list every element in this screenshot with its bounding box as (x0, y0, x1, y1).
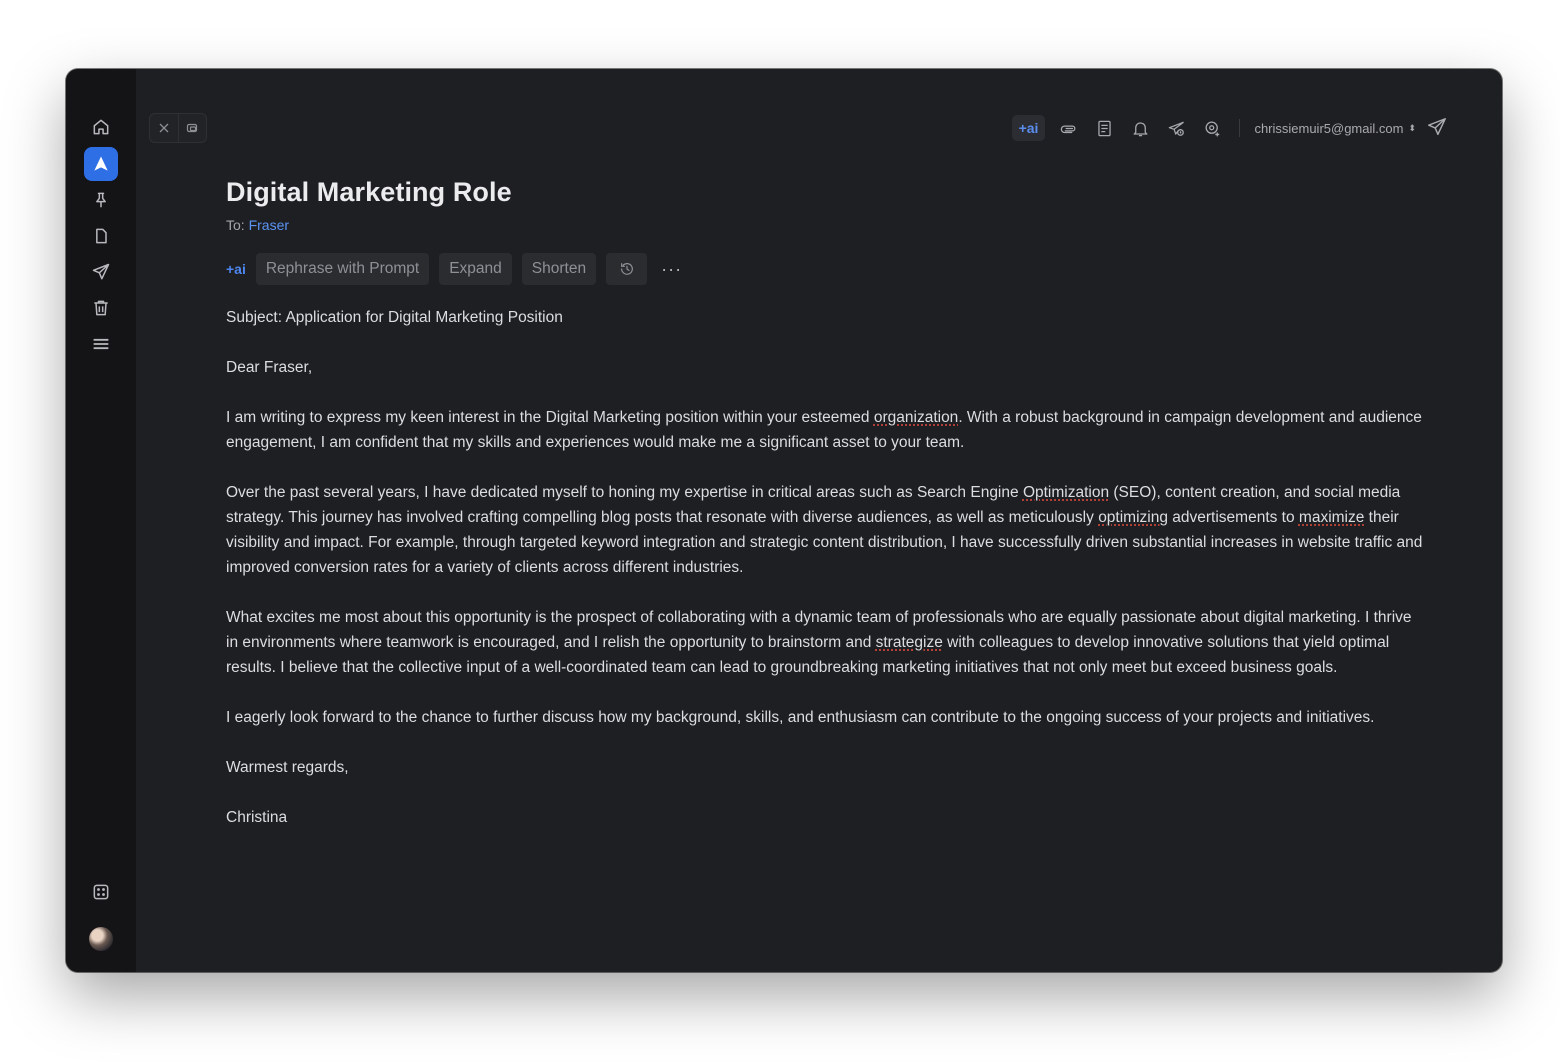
paragraph-2: Over the past several years, I have dedi… (226, 484, 1423, 576)
recipient-name[interactable]: Fraser (249, 217, 289, 233)
recipient-line: To: Fraser (226, 217, 1426, 233)
toolbar-divider (1239, 119, 1241, 137)
email-body[interactable]: Subject: Application for Digital Marketi… (226, 305, 1426, 830)
ai-button[interactable]: +ai (1011, 115, 1046, 141)
subject-line: Subject: Application for Digital Marketi… (226, 309, 563, 326)
greeting: Dear Fraser, (226, 359, 313, 376)
misspelled-word[interactable]: strategize (876, 634, 943, 651)
misspelled-word[interactable]: maximize (1299, 509, 1364, 526)
template-icon[interactable] (1091, 115, 1117, 141)
home-icon[interactable] (84, 110, 118, 144)
more-options-icon[interactable]: ··· (657, 259, 686, 280)
trash-icon[interactable] (84, 291, 118, 325)
paragraph-4: I eagerly look forward to the chance to … (226, 709, 1375, 726)
apps-icon[interactable] (84, 875, 118, 909)
history-icon[interactable] (606, 253, 648, 285)
email-title[interactable]: Digital Marketing Role (226, 177, 1426, 208)
sidebar (66, 69, 136, 972)
attachment-icon[interactable] (1055, 115, 1081, 141)
reminder-icon[interactable] (1127, 115, 1153, 141)
misspelled-word[interactable]: Optimization (1023, 484, 1109, 501)
app-window: +ai chrissiemuir5@gmail.com ⬍ Digital Ma… (66, 69, 1502, 972)
ai-tools-bar: +ai Rephrase with Prompt Expand Shorten … (226, 253, 1426, 285)
paragraph-1: I am writing to express my keen interest… (226, 409, 1422, 451)
menu-icon[interactable] (84, 327, 118, 361)
compose-toolbar: +ai chrissiemuir5@gmail.com ⬍ (1011, 114, 1416, 142)
misspelled-word[interactable]: organization (874, 409, 958, 426)
account-email: chrissiemuir5@gmail.com (1254, 120, 1404, 136)
ai-tag: +ai (226, 261, 246, 277)
shorten-button[interactable]: Shorten (521, 253, 597, 285)
add-recipient-icon[interactable] (1199, 115, 1225, 141)
draft-icon[interactable] (84, 219, 118, 253)
send-icon[interactable] (84, 255, 118, 289)
email-content: Digital Marketing Role To: Fraser +ai Re… (226, 177, 1426, 855)
signature: Christina (226, 809, 288, 826)
window-controls (149, 113, 207, 143)
send-button[interactable] (1426, 116, 1450, 140)
to-label: To: (226, 217, 245, 233)
rephrase-button[interactable]: Rephrase with Prompt (255, 253, 430, 285)
avatar[interactable] (89, 927, 113, 951)
closing: Warmest regards, (226, 759, 349, 776)
close-icon[interactable] (150, 114, 178, 142)
compose-pane: +ai chrissiemuir5@gmail.com ⬍ Digital Ma… (136, 69, 1502, 972)
paragraph-3: What excites me most about this opportun… (226, 609, 1412, 676)
pin-icon[interactable] (84, 183, 118, 217)
expand-button[interactable]: Expand (439, 253, 512, 285)
misspelled-word[interactable]: optimizing (1098, 509, 1168, 526)
chevron-updown-icon: ⬍ (1408, 123, 1416, 133)
compose-logo-icon[interactable] (84, 147, 118, 181)
popout-icon[interactable] (177, 114, 207, 142)
account-selector[interactable]: chrissiemuir5@gmail.com ⬍ (1254, 121, 1416, 136)
send-later-icon[interactable] (1163, 115, 1189, 141)
